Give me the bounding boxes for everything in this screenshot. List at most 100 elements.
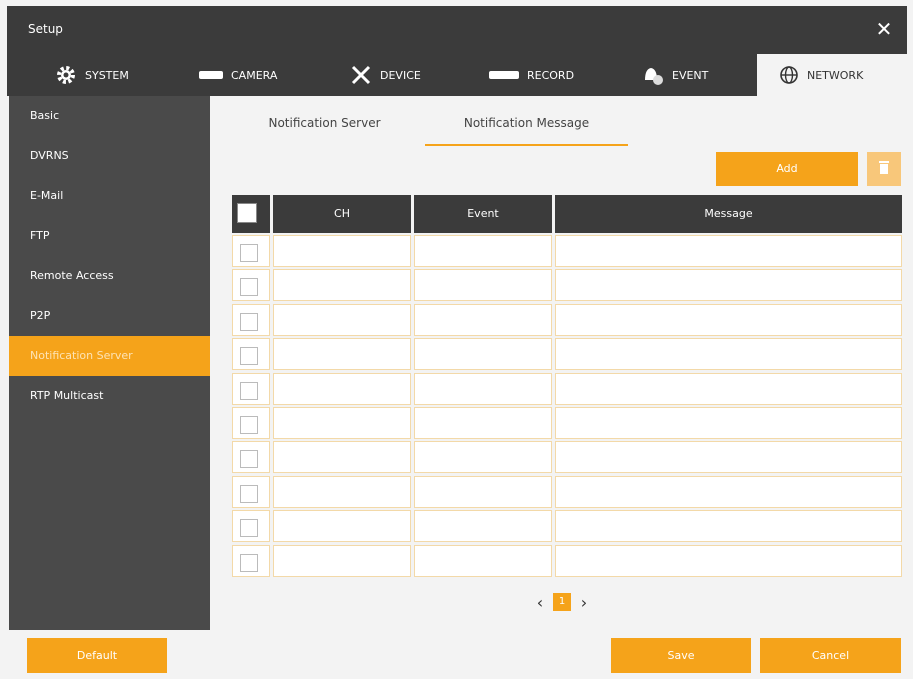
prev-page-icon[interactable]: ‹ (533, 593, 547, 612)
event-cell[interactable] (414, 269, 552, 302)
sidebar: Basic DVRNS E-Mail FTP Remote Access P2P… (9, 96, 210, 630)
title-bar: Setup ✕ (7, 6, 907, 54)
row-checkbox-cell (232, 441, 270, 474)
header-checkbox-cell (232, 195, 270, 233)
pagination: ‹ 1 › (533, 591, 591, 613)
row-checkbox-cell (232, 544, 270, 577)
message-cell[interactable] (555, 544, 902, 577)
sidebar-item-notification-server[interactable]: Notification Server (9, 336, 210, 376)
message-cell[interactable] (555, 407, 902, 439)
ch-cell[interactable] (273, 372, 411, 405)
message-cell[interactable] (555, 510, 902, 543)
row-checkbox[interactable] (240, 278, 258, 297)
window-title: Setup (28, 22, 63, 36)
message-cell[interactable] (555, 372, 902, 405)
message-cell[interactable] (555, 475, 902, 508)
tab-event[interactable]: EVENT (640, 54, 708, 96)
tab-label: NETWORK (807, 68, 864, 82)
tab-camera[interactable]: CAMERA (199, 54, 277, 96)
message-cell[interactable] (555, 269, 902, 302)
ch-cell[interactable] (273, 510, 411, 543)
row-checkbox[interactable] (240, 381, 258, 400)
ch-cell[interactable] (273, 441, 411, 474)
default-button[interactable]: Default (27, 638, 167, 673)
ch-cell[interactable] (273, 235, 411, 267)
tab-label: DEVICE (380, 68, 421, 82)
event-cell[interactable] (414, 510, 552, 543)
sidebar-item-basic[interactable]: Basic (9, 96, 210, 136)
table-row[interactable] (232, 544, 902, 579)
ch-cell[interactable] (273, 544, 411, 577)
subtab-notification-server[interactable]: Notification Server (252, 104, 397, 144)
row-checkbox[interactable] (240, 519, 258, 538)
add-button[interactable]: Add (716, 152, 858, 186)
tab-system[interactable]: SYSTEM (55, 54, 129, 96)
row-checkbox[interactable] (240, 312, 258, 331)
row-checkbox-cell (232, 235, 270, 267)
table-row[interactable] (232, 303, 902, 338)
message-cell[interactable] (555, 338, 902, 371)
sidebar-item-remote-access[interactable]: Remote Access (9, 256, 210, 296)
ch-cell[interactable] (273, 407, 411, 439)
column-header-message[interactable]: Message (555, 195, 902, 233)
event-cell[interactable] (414, 544, 552, 577)
row-checkbox[interactable] (240, 347, 258, 366)
ch-cell[interactable] (273, 475, 411, 508)
column-header-event[interactable]: Event (414, 195, 552, 233)
next-page-icon[interactable]: › (577, 593, 591, 612)
row-checkbox[interactable] (240, 553, 258, 572)
column-header-ch[interactable]: CH (273, 195, 411, 233)
row-checkbox-cell (232, 475, 270, 508)
close-icon[interactable]: ✕ (871, 16, 897, 42)
table-row[interactable] (232, 338, 902, 372)
subtab-notification-message[interactable]: Notification Message (425, 104, 628, 146)
event-cell[interactable] (414, 235, 552, 267)
ch-cell[interactable] (273, 303, 411, 336)
event-cell[interactable] (414, 407, 552, 439)
sidebar-item-dvrns[interactable]: DVRNS (9, 136, 210, 176)
sidebar-item-email[interactable]: E-Mail (9, 176, 210, 216)
sub-tabs: Notification Server Notification Message (232, 104, 902, 146)
message-cell[interactable] (555, 235, 902, 267)
tab-label: CAMERA (231, 68, 278, 82)
ch-cell[interactable] (273, 338, 411, 371)
select-all-checkbox[interactable] (237, 203, 257, 223)
tab-record[interactable]: RECORD (489, 54, 574, 96)
tab-network[interactable]: NETWORK (757, 54, 907, 96)
tab-label: EVENT (672, 68, 709, 82)
message-cell[interactable] (555, 441, 902, 474)
tools-icon (350, 64, 372, 86)
sidebar-item-ftp[interactable]: FTP (9, 216, 210, 256)
table-row[interactable] (232, 269, 902, 303)
table-row[interactable] (232, 407, 902, 441)
table-header: CH Event Message (232, 195, 902, 233)
row-checkbox[interactable] (240, 450, 258, 469)
row-checkbox-cell (232, 269, 270, 302)
cancel-button[interactable]: Cancel (760, 638, 901, 673)
ch-cell[interactable] (273, 269, 411, 302)
row-checkbox[interactable] (240, 244, 258, 262)
row-checkbox[interactable] (240, 484, 258, 503)
table-row[interactable] (232, 372, 902, 407)
table-row[interactable] (232, 510, 902, 544)
event-cell[interactable] (414, 303, 552, 336)
table-row[interactable] (232, 235, 902, 269)
page-number[interactable]: 1 (553, 593, 571, 611)
sidebar-item-p2p[interactable]: P2P (9, 296, 210, 336)
message-cell[interactable] (555, 303, 902, 336)
event-cell[interactable] (414, 338, 552, 371)
table-row[interactable] (232, 475, 902, 510)
row-checkbox-cell (232, 372, 270, 405)
bell-icon (640, 64, 664, 86)
event-cell[interactable] (414, 372, 552, 405)
table-row[interactable] (232, 441, 902, 475)
delete-button[interactable] (867, 152, 901, 186)
tab-device[interactable]: DEVICE (350, 54, 421, 96)
camera-icon (199, 68, 223, 82)
event-cell[interactable] (414, 441, 552, 474)
save-button[interactable]: Save (611, 638, 751, 673)
event-cell[interactable] (414, 475, 552, 508)
row-checkbox[interactable] (240, 416, 258, 434)
sidebar-item-rtp-multicast[interactable]: RTP Multicast (9, 376, 210, 416)
setup-window: Setup ✕ SYSTEM CAMERA DEVICE RECORD EVEN… (0, 0, 913, 679)
